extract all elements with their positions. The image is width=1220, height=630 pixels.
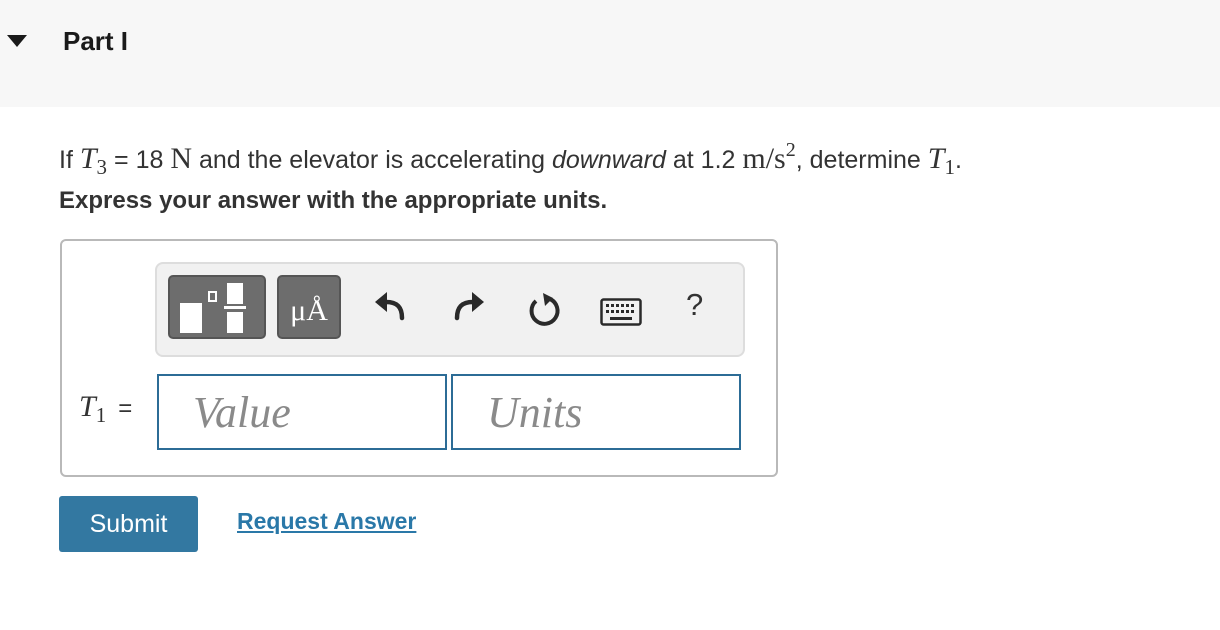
keyboard-icon[interactable] (600, 298, 642, 326)
reset-icon[interactable] (526, 292, 562, 328)
question-text: If T3 = 18 N and the elevator is acceler… (59, 128, 962, 189)
templates-icon[interactable] (168, 275, 266, 339)
template-block-bottom (227, 312, 243, 333)
t3-value: 18 (135, 146, 164, 174)
question-prefix: If (59, 146, 73, 174)
part-header[interactable]: Part I (0, 0, 1220, 107)
template-block-small (208, 291, 217, 302)
answer-var: T1 (79, 390, 107, 427)
undo-icon[interactable] (372, 288, 408, 324)
part-title: Part I (63, 26, 129, 56)
var-t1: T1 (927, 142, 955, 179)
accel-unit: m/s2 (742, 139, 796, 175)
caret-down-icon[interactable] (7, 35, 27, 47)
t3-unit: N (170, 142, 192, 175)
question-emphasis: downward (551, 146, 666, 174)
template-block-left (180, 303, 202, 333)
answer-equals: = (118, 395, 133, 422)
submit-button[interactable]: Submit (59, 496, 198, 552)
units-button[interactable]: μÅ (277, 275, 341, 339)
question-at: at (672, 146, 694, 174)
question-equals: = (114, 146, 129, 174)
value-input[interactable] (157, 374, 447, 450)
question-end: . (954, 146, 962, 174)
template-block-top (227, 283, 243, 304)
redo-icon[interactable] (451, 288, 487, 324)
template-fraction-bar (224, 306, 246, 309)
instruction-text: Express your answer with the appropriate… (59, 187, 608, 214)
question-determine: , determine (795, 146, 921, 174)
question-middle: and the elevator is accelerating (198, 146, 545, 174)
units-input[interactable] (451, 374, 741, 450)
var-t3: T3 (79, 142, 108, 179)
answer-variable-label: T1 = (79, 390, 132, 428)
help-button[interactable]: ? (686, 287, 703, 323)
accel-value: 1.2 (700, 146, 736, 174)
request-answer-link[interactable]: Request Answer (237, 508, 416, 535)
